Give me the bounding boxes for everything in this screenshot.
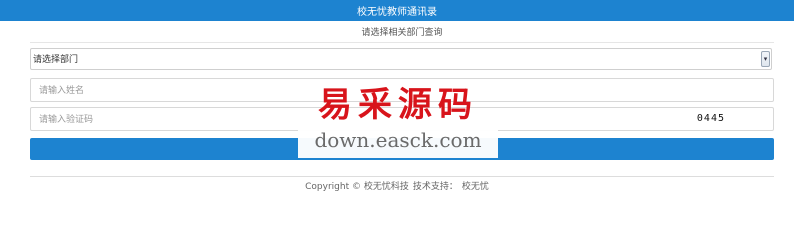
watermark-url-text: down.easck.com (314, 128, 482, 152)
chevron-down-icon[interactable]: ▾ (761, 51, 770, 67)
footer-copyright: Copyright © 校无忧科技 (305, 181, 409, 192)
department-select[interactable]: 请选择部门 ▾ (30, 48, 772, 70)
page-subtitle: 请选择相关部门查询 (30, 21, 774, 43)
footer-support-link[interactable]: 校无忧 (462, 179, 489, 192)
watermark-url-box: down.easck.com (298, 124, 498, 158)
subtitle-text: 请选择相关部门查询 (361, 28, 443, 38)
top-title-bar: 校无忧教师通讯录 (0, 0, 794, 21)
watermark: 易采源码 down.easck.com (298, 80, 498, 158)
footer: Copyright © 校无忧科技 技术支持： 校无忧 (0, 178, 794, 192)
watermark-logo-text: 易采源码 (318, 84, 478, 125)
page-title: 校无忧教师通讯录 (357, 7, 437, 18)
captcha-image[interactable]: 0445 (697, 112, 725, 126)
footer-divider (30, 176, 774, 177)
department-select-value: 请选择部门 (33, 55, 79, 65)
footer-support-label: 技术支持： (412, 181, 458, 192)
